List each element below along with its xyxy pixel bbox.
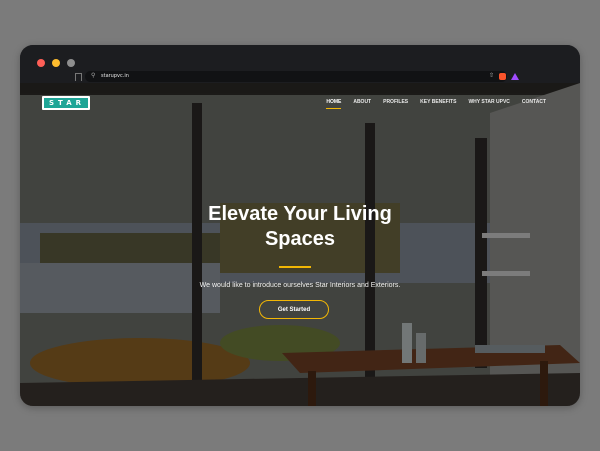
maximize-window-button[interactable] xyxy=(67,59,75,67)
page-viewport: STAR HOME ABOUT PROFILES KEY BENEFITS WH… xyxy=(20,83,580,406)
nav-about[interactable]: ABOUT xyxy=(353,99,371,105)
hero-title-line-2: Spaces xyxy=(264,228,336,250)
main-navigation: HOME ABOUT PROFILES KEY BENEFITS WHY STA… xyxy=(326,99,546,109)
logo-text: STAR xyxy=(43,98,89,108)
address-bar[interactable]: ⚲ starupvc.in ⇧ xyxy=(85,71,519,82)
site-info-icon[interactable]: ⚲ xyxy=(91,71,95,82)
hero-divider xyxy=(279,266,311,268)
share-icon[interactable]: ⇧ xyxy=(489,71,494,82)
nav-home-label: HOME xyxy=(326,99,342,105)
nav-contact[interactable]: CONTACT xyxy=(522,99,546,105)
site-logo[interactable]: STAR xyxy=(42,96,90,110)
get-started-button[interactable]: Get Started xyxy=(259,300,329,319)
nav-profiles[interactable]: PROFILES xyxy=(383,99,408,105)
nav-why-star-upvc[interactable]: WHY STAR UPVC xyxy=(468,99,509,105)
bookmark-icon[interactable] xyxy=(75,73,82,81)
browser-toolbar: ⚲ starupvc.in ⇧ xyxy=(20,45,580,83)
nav-key-benefits[interactable]: KEY BENEFITS xyxy=(420,99,456,105)
nav-home[interactable]: HOME xyxy=(326,99,342,109)
hero-title: Elevate Your Living Spaces xyxy=(160,202,440,252)
hero-subtitle: We would like to introduce ourselves Sta… xyxy=(199,282,401,289)
url-text: starupvc.in xyxy=(101,73,129,79)
brave-shield-icon[interactable] xyxy=(499,73,506,80)
nav-active-indicator xyxy=(326,108,342,109)
minimize-window-button[interactable] xyxy=(52,59,60,67)
browser-window: ⚲ starupvc.in ⇧ STAR HOME ABOUT PROFILES… xyxy=(20,45,580,406)
close-window-button[interactable] xyxy=(37,59,45,67)
hero-title-line-1: Elevate Your Living xyxy=(208,203,392,225)
rewards-icon[interactable] xyxy=(511,73,519,80)
